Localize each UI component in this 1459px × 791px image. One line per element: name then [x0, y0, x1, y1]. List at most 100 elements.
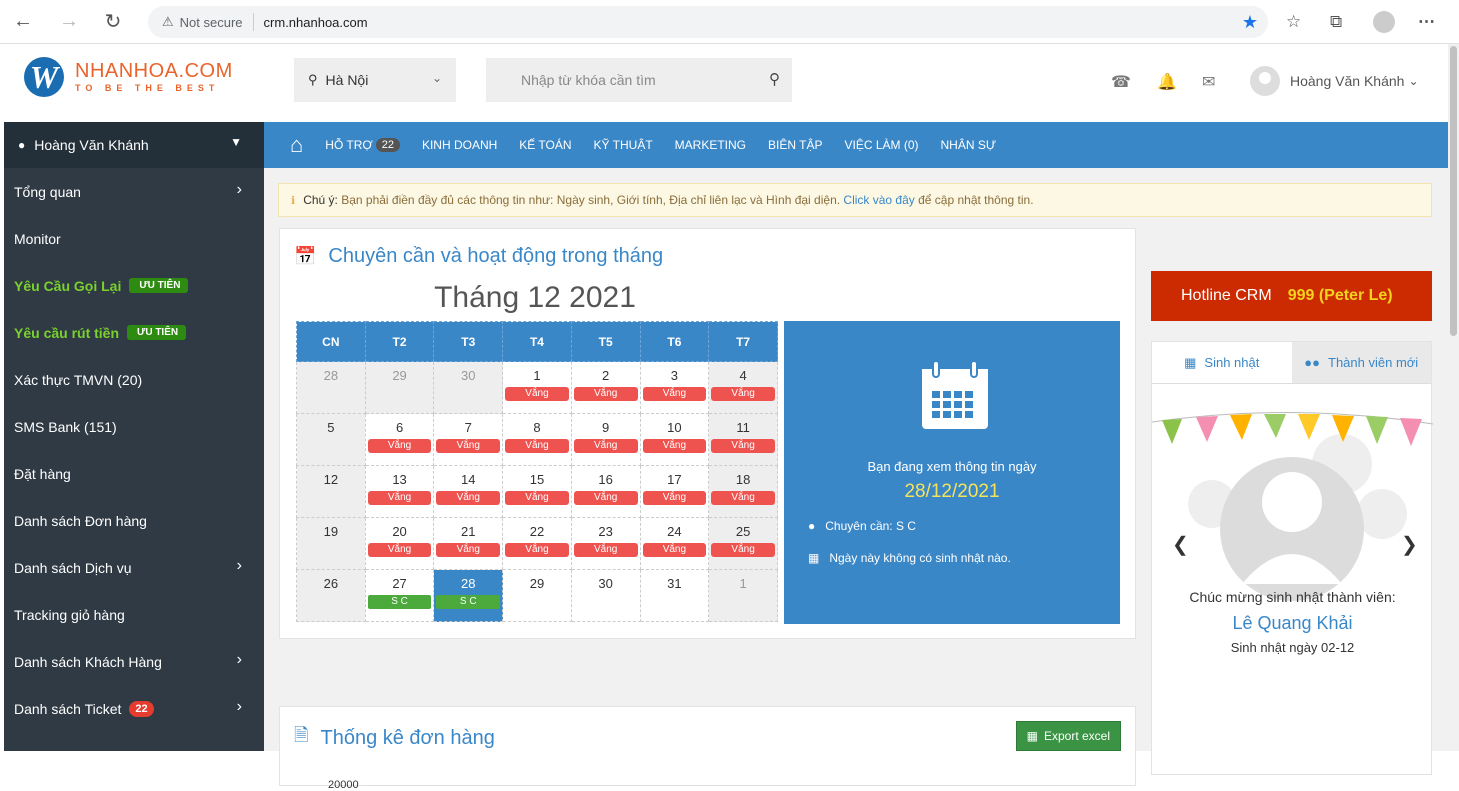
back-icon[interactable]: ← — [10, 9, 36, 35]
calendar-day[interactable]: 21 Vắng — [433, 517, 504, 570]
calendar-day[interactable]: 23 Vắng — [570, 517, 641, 570]
sidebar-item[interactable]: Monitor — [4, 215, 264, 262]
tab-new-members[interactable]: ●● Thành viên mới — [1291, 342, 1431, 383]
sidebar-user[interactable]: ● Hoàng Văn Khánh ▼ — [4, 122, 264, 168]
calendar-day[interactable]: 11 Vắng — [708, 413, 778, 466]
scrollbar-thumb[interactable] — [1450, 46, 1457, 336]
calendar-day[interactable]: 2 Vắng — [570, 361, 641, 414]
calendar-day[interactable]: 12 — [296, 465, 366, 518]
day-number: 28 — [323, 368, 339, 383]
nav-item[interactable]: KẾ TOÁN — [519, 138, 571, 152]
day-number: 3 — [670, 368, 678, 383]
sidebar-item[interactable]: Yêu Cầu Gọi Lại ƯU TIÊN — [4, 262, 264, 309]
nav-item[interactable]: VIỆC LÀM (0) — [844, 138, 918, 152]
page-scrollbar[interactable] — [1448, 44, 1459, 751]
day-number: 9 — [602, 420, 610, 435]
page: W NHANHOA.COM TO BE THE BEST ⚲ Hà Nội ⌄ … — [4, 44, 1448, 791]
calendar-day[interactable]: 29 — [364, 361, 435, 414]
user-name: Hoàng Văn Khánh — [1290, 73, 1405, 89]
calendar-day[interactable]: 25 Vắng — [708, 517, 778, 570]
profile-alert: ℹ Chú ý: Bạn phải điền đầy đủ các thông … — [278, 183, 1432, 217]
export-excel-button[interactable]: ▦ Export excel — [1015, 721, 1121, 751]
bell-icon[interactable]: 🔔 — [1157, 72, 1177, 92]
calendar-day[interactable]: 30 — [433, 361, 504, 414]
calendar-day[interactable]: 16 Vắng — [570, 465, 641, 518]
sidebar-item[interactable]: Danh sách Ticket 22 › — [4, 685, 264, 732]
profile-icon[interactable] — [1373, 11, 1395, 33]
calendar-day[interactable]: 4 Vắng — [708, 361, 778, 414]
mail-icon[interactable]: ✉ — [1202, 72, 1215, 92]
sidebar-item[interactable]: Danh sách Khách Hàng › — [4, 638, 264, 685]
sidebar-item[interactable]: Xác thực TMVN (20) — [4, 356, 264, 403]
sidebar-item[interactable]: Đặt hàng — [4, 450, 264, 497]
nav-item-label: KẾ TOÁN — [519, 138, 572, 152]
calendar-day[interactable]: 1 Vắng — [502, 361, 572, 414]
day-number: 28 — [461, 576, 476, 591]
sidebar-item[interactable]: Tổng quan › — [4, 168, 264, 215]
calendar-day[interactable]: 28 S C — [433, 569, 504, 622]
calendar-day[interactable]: 17 Vắng — [639, 465, 710, 518]
nav-item[interactable]: NHÂN SỰ — [941, 138, 997, 152]
sidebar-item[interactable]: Danh sách Dịch vụ › — [4, 544, 264, 591]
nav-item[interactable]: KỸ THUẬT — [594, 138, 653, 152]
calendar-day[interactable]: 27 S C — [364, 569, 435, 622]
sidebar-item[interactable]: Tracking giỏ hàng — [4, 591, 264, 638]
collections-icon[interactable]: ⧉ — [1330, 12, 1342, 32]
phone-icon[interactable]: ☎ — [1111, 72, 1131, 92]
calendar-day[interactable]: 26 — [296, 569, 366, 622]
carousel-prev-icon[interactable]: ❮ — [1172, 532, 1189, 557]
calendar-day[interactable]: 18 Vắng — [708, 465, 778, 518]
attendance-title-text: Chuyên cần và hoạt động trong tháng — [328, 245, 664, 267]
calendar-day[interactable]: 14 Vắng — [433, 465, 504, 518]
calendar-day[interactable]: 1 — [708, 569, 778, 622]
more-icon[interactable]: ⋯ — [1418, 12, 1435, 32]
forward-icon[interactable]: → — [56, 9, 82, 35]
favorites-icon[interactable]: ☆ — [1286, 12, 1301, 32]
birthday-date: Sinh nhật ngày 02-12 — [1230, 640, 1355, 655]
search-input[interactable]: Nhập từ khóa cần tìm ⚲ — [486, 58, 792, 102]
calendar-day[interactable]: 9 Vắng — [570, 413, 641, 466]
sidebar-item[interactable]: Yêu cầu rút tiền ƯU TIÊN — [4, 309, 264, 356]
calendar-day[interactable]: 13 Vắng — [364, 465, 435, 518]
nav-item[interactable]: KINH DOANH — [422, 138, 497, 152]
location-pin-icon: ⚲ — [308, 72, 318, 87]
status-absent: Vắng — [573, 491, 638, 505]
calendar-day[interactable]: 30 — [570, 569, 641, 622]
calendar-day[interactable]: 5 — [296, 413, 366, 466]
calendar-day[interactable]: 7 Vắng — [433, 413, 504, 466]
calendar-day[interactable]: 29 — [502, 569, 572, 622]
reload-icon[interactable]: ↻ — [100, 9, 126, 35]
calendar-day[interactable]: 6 Vắng — [364, 413, 435, 466]
calendar-day[interactable]: 19 — [296, 517, 366, 570]
calendar-day[interactable]: 8 Vắng — [502, 413, 572, 466]
day-number: 6 — [395, 420, 404, 435]
calendar-day[interactable]: 22 Vắng — [502, 517, 572, 570]
location-select[interactable]: ⚲ Hà Nội ⌄ — [294, 58, 456, 102]
calendar-day[interactable]: 20 Vắng — [364, 517, 435, 570]
calendar-day[interactable]: 31 — [639, 569, 710, 622]
nav-item[interactable]: MARKETING — [675, 138, 746, 152]
home-icon[interactable]: ⌂ — [290, 132, 303, 158]
carousel-next-icon[interactable]: ❯ — [1401, 532, 1418, 557]
nav-item[interactable]: HỖ TRỢ 22 — [325, 138, 400, 152]
tab-birthday[interactable]: ▦ Sinh nhật — [1152, 342, 1292, 383]
search-icon[interactable]: ⚲ — [769, 70, 780, 88]
alert-prefix: Chú ý: — [303, 193, 338, 207]
calendar-day[interactable]: 28 — [296, 361, 366, 414]
address-bar[interactable]: ⚠ Not secure crm.nhanhoa.com ★ — [148, 6, 1268, 38]
nav-item[interactable]: BIÊN TẬP — [768, 138, 822, 152]
sidebar-item[interactable]: Danh sách Đơn hàng — [4, 497, 264, 544]
star-icon[interactable]: ★ — [1242, 12, 1258, 33]
calendar-day[interactable]: 15 Vắng — [502, 465, 572, 518]
logo[interactable]: W NHANHOA.COM TO BE THE BEST — [24, 57, 233, 97]
document-icon: 🗎 — [294, 725, 309, 745]
birthday-name[interactable]: Lê Quang Khải — [1152, 613, 1433, 634]
user-menu[interactable]: Hoàng Văn Khánh ⌄ — [1250, 66, 1419, 96]
calendar-day[interactable]: 10 Vắng — [639, 413, 710, 466]
security-warning[interactable]: ⚠ Not secure — [162, 14, 243, 30]
alert-link[interactable]: Click vào đây — [843, 193, 914, 207]
calendar-day[interactable]: 3 Vắng — [639, 361, 710, 414]
status-absent: Vắng — [505, 491, 569, 505]
sidebar-item[interactable]: SMS Bank (151) — [4, 403, 264, 450]
calendar-day[interactable]: 24 Vắng — [639, 517, 710, 570]
